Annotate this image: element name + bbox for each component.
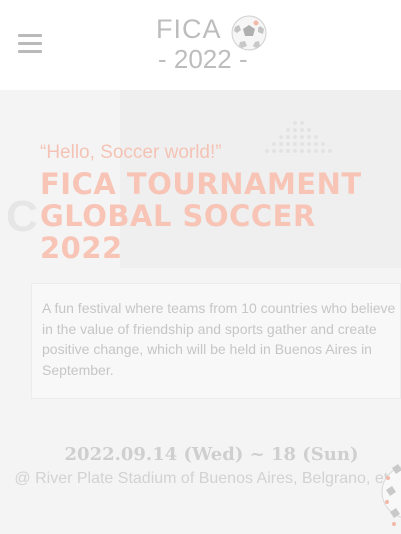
description-box: A fun festival where teams from 10 count… (31, 283, 401, 399)
hamburger-icon-line (18, 42, 42, 45)
event-venue: @ River Plate Stadium of Buenos Aires, B… (14, 470, 401, 487)
event-date: 2022.09.14 (Wed) ~ 18 (Sun) (64, 444, 359, 465)
hero-greeting: “Hello, Soccer world!” (40, 142, 222, 163)
hamburger-icon-line (18, 50, 42, 53)
hero-title-line: FICA TOURNAMENT (40, 167, 362, 201)
hero-title-line: GLOBAL SOCCER (40, 199, 316, 233)
menu-button[interactable] (18, 34, 42, 54)
hero-description: A fun festival where teams from 10 count… (42, 300, 396, 378)
hero-section: C “Hello, Soccer world!” FICA TOURNAMENT… (0, 90, 401, 534)
site-header: FICA - 2022 - (0, 0, 401, 90)
soccer-ball-decoration-icon (381, 464, 401, 526)
hero-title: FICA TOURNAMENT GLOBAL SOCCER 2022 (40, 168, 362, 264)
hero-title-line: 2022 (40, 231, 123, 265)
soccer-ball-icon (231, 15, 267, 51)
hamburger-icon (18, 34, 42, 37)
site-logo[interactable]: FICA - 2022 - (150, 12, 274, 76)
background-letter: C (6, 192, 38, 241)
logo-title: FICA (156, 14, 222, 44)
